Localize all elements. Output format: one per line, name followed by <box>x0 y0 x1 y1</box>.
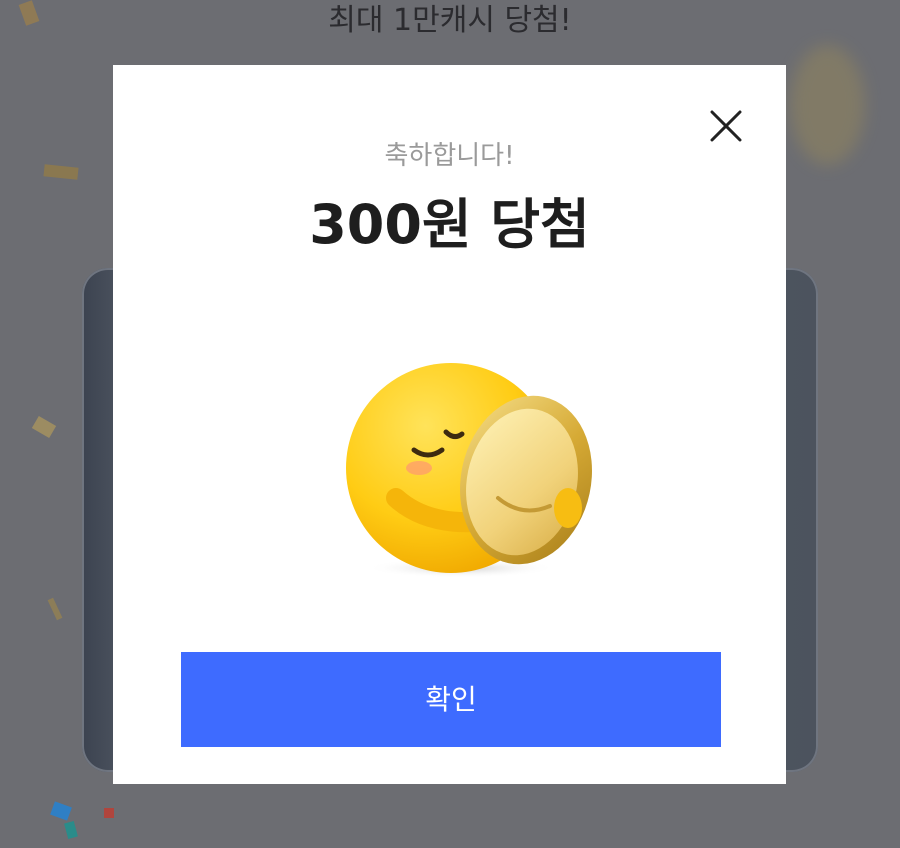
confetti-piece <box>104 808 114 818</box>
confirm-button[interactable]: 확인 <box>181 652 721 747</box>
confetti-piece <box>31 415 57 439</box>
confetti-piece <box>64 820 78 840</box>
confetti-piece <box>47 597 63 621</box>
smiley-hugging-coin-icon <box>336 340 596 590</box>
background-headline: 최대 1만캐시 당첨! <box>328 3 572 38</box>
prize-title: 300원 당첨 <box>309 193 590 256</box>
confetti-piece <box>43 164 79 180</box>
congrats-text: 축하합니다! <box>384 141 515 171</box>
confetti-piece <box>50 801 72 821</box>
prize-modal: 축하합니다! 300원 당첨 확인 <box>113 65 786 784</box>
background-blurred-coin <box>790 45 865 165</box>
